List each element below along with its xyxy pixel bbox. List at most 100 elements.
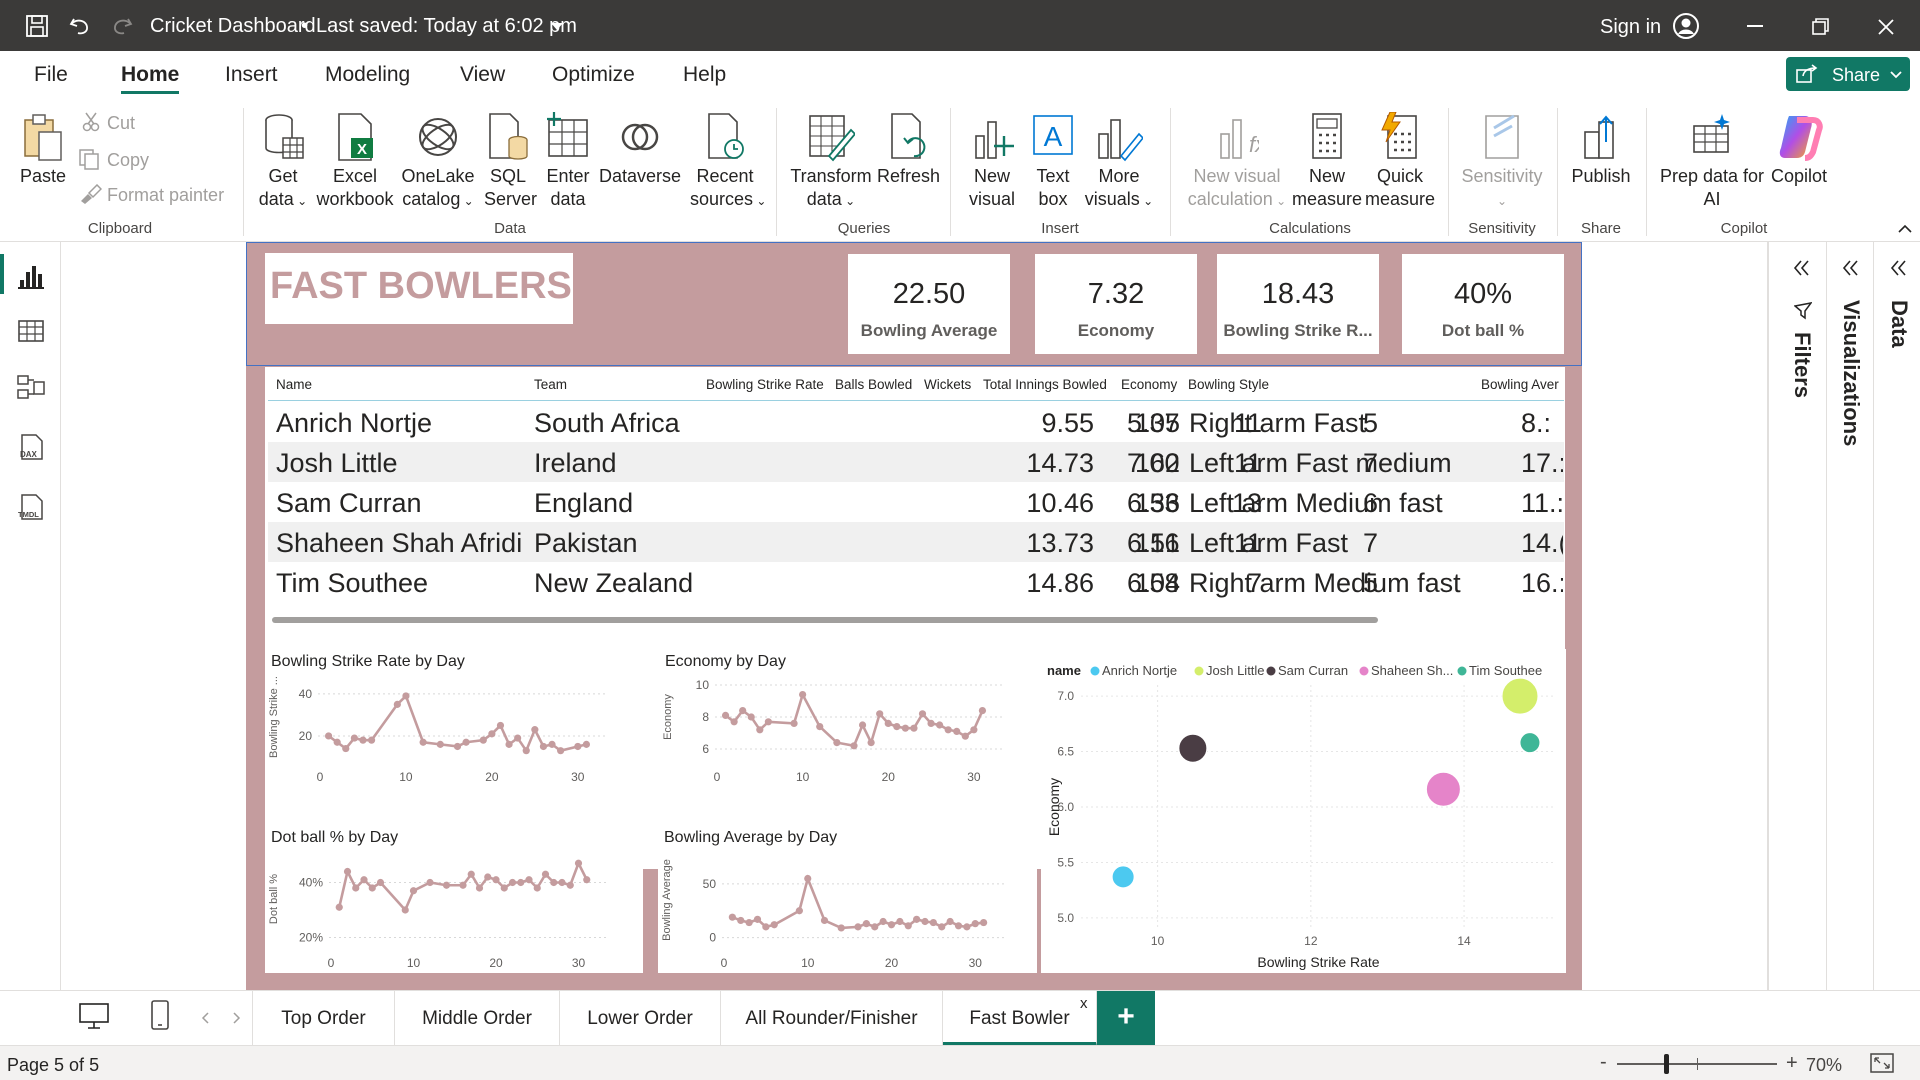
share-button[interactable]: Share <box>1786 57 1910 91</box>
legend-marker <box>1194 666 1204 676</box>
zoom-in-button[interactable]: + <box>1786 1052 1798 1075</box>
column-header-economy[interactable]: Economy <box>1121 377 1177 392</box>
page-tab-fast-bowler[interactable]: Fast Bowler <box>943 991 1097 1046</box>
page-tab-middle-order[interactable]: Middle Order <box>395 991 560 1046</box>
sign-in-link[interactable]: Sign in <box>1600 16 1661 39</box>
table-horizontal-scrollbar[interactable] <box>272 617 1378 623</box>
column-header-strike-rate[interactable]: Bowling Strike Rate <box>706 377 824 392</box>
column-header-style[interactable]: Bowling Style <box>1188 377 1269 392</box>
model-view-icon[interactable] <box>16 372 46 402</box>
expand-data-icon[interactable] <box>1890 260 1908 276</box>
refresh-button[interactable]: Refresh <box>877 112 940 188</box>
more-visuals-button[interactable]: More visuals ⌄ <box>1082 112 1156 213</box>
data-point <box>492 876 500 884</box>
copilot-button[interactable]: Copilot <box>1764 112 1834 188</box>
get-data-button[interactable]: Get data ⌄ <box>255 112 311 213</box>
tab-home[interactable]: Home <box>121 63 179 87</box>
chart-bowling-average-by-day[interactable]: Bowling Average by Day 0 50 0 10 20 30 Bowling… <box>658 825 1037 973</box>
expand-filters-icon[interactable] <box>1793 260 1811 276</box>
dataverse-button[interactable]: Dataverse <box>598 112 682 188</box>
dax-query-view-icon[interactable]: DAX <box>16 432 46 462</box>
svg-text:TMDL: TMDL <box>18 510 39 519</box>
data-pane-label[interactable]: Data <box>1886 300 1912 348</box>
kpi-value: 22.50 <box>892 278 966 310</box>
onelake-label-1: OneLake <box>401 166 475 186</box>
text-box-button[interactable]: A Text box <box>1030 112 1076 211</box>
close-tab-button[interactable]: x <box>1080 995 1088 1012</box>
tab-insert[interactable]: Insert <box>225 63 278 87</box>
column-header-average[interactable]: Bowling Aver <box>1481 377 1561 392</box>
zoom-slider-thumb[interactable] <box>1664 1054 1669 1074</box>
excel-workbook-button[interactable]: X Excel workbook <box>314 112 396 211</box>
data-point <box>419 738 427 746</box>
zoom-out-button[interactable]: - <box>1600 1051 1607 1074</box>
table-row[interactable]: Sam Curran England 10.46 136 13 6 6.53 L… <box>268 482 1564 522</box>
data-point <box>944 726 952 734</box>
page-tab-all-rounder[interactable]: All Rounder/Finisher <box>721 991 943 1046</box>
chart-economy-by-day[interactable]: Economy by Day 6 8 10 0 10 20 30 Economy <box>659 649 1037 797</box>
page-tab-label: Lower Order <box>587 1008 693 1029</box>
tab-optimize[interactable]: Optimize <box>552 63 635 87</box>
tab-view[interactable]: View <box>460 63 505 87</box>
column-header-team[interactable]: Team <box>534 377 567 392</box>
kpi-card-economy[interactable]: 7.32 Economy <box>1035 254 1197 354</box>
desktop-layout-icon[interactable] <box>78 1002 110 1030</box>
table-row[interactable]: Shaheen Shah Afridi Pakistan 13.73 151 1… <box>268 522 1564 562</box>
prep-data-for-ai-button[interactable]: Prep data for AI <box>1656 112 1768 211</box>
recent-sources-button[interactable]: Recent sources ⌄ <box>690 112 766 213</box>
report-view-icon[interactable] <box>16 260 46 290</box>
transform-data-button[interactable]: Transform data ⌄ <box>790 112 872 213</box>
chevron-down-icon[interactable] <box>550 22 564 32</box>
table-row[interactable]: Tim Southee New Zealand 14.86 104 7 5 6.… <box>268 562 1564 602</box>
tab-help[interactable]: Help <box>683 63 726 87</box>
mobile-layout-icon[interactable] <box>150 999 170 1031</box>
cell-strike-rate: 14.73 <box>1026 448 1094 478</box>
header-divider <box>268 400 1564 401</box>
get-data-label-2: data <box>258 189 294 209</box>
publish-button[interactable]: Publish <box>1568 112 1634 188</box>
collapse-ribbon-icon[interactable] <box>1898 224 1912 233</box>
column-header-name[interactable]: Name <box>276 377 312 392</box>
tmdl-view-icon[interactable]: TMDL <box>16 492 46 522</box>
chart-scatter-economy-vs-strike-rate[interactable]: 5.0 5.5 6.0 6.5 7.0 10 12 14 Bowling Strike Rate… <box>1041 649 1566 973</box>
add-page-button[interactable]: + <box>1097 991 1155 1046</box>
column-header-balls[interactable]: Balls Bowled <box>835 377 912 392</box>
sql-server-button[interactable]: SQL Server <box>484 112 537 211</box>
new-visual-button[interactable]: New visual <box>964 112 1020 211</box>
svg-text:DAX: DAX <box>20 450 38 459</box>
title-box[interactable]: FAST BOWLERS <box>265 253 573 324</box>
tab-modeling[interactable]: Modeling <box>325 63 410 87</box>
column-header-wickets[interactable]: Wickets <box>924 377 971 392</box>
restore-icon[interactable] <box>1812 18 1830 36</box>
column-header-innings[interactable]: Total Innings Bowled <box>983 377 1107 392</box>
chevron-left-icon[interactable] <box>200 1011 210 1025</box>
onelake-catalog-button[interactable]: OneLake catalog ⌄ <box>400 112 476 213</box>
minimize-icon[interactable] <box>1747 25 1765 28</box>
paste-button[interactable]: Paste <box>18 112 68 188</box>
save-icon[interactable] <box>25 14 49 38</box>
page-tab-top-order[interactable]: Top Order <box>253 991 395 1046</box>
table-view-icon[interactable] <box>16 316 46 346</box>
enter-data-button[interactable]: Enter data <box>543 112 593 211</box>
expand-visualizations-icon[interactable] <box>1842 260 1860 276</box>
fit-to-page-icon[interactable] <box>1870 1052 1894 1074</box>
avatar-icon[interactable] <box>1672 12 1700 40</box>
page-tab-lower-order[interactable]: Lower Order <box>560 991 721 1046</box>
table-row[interactable]: Josh Little Ireland 14.73 162 11 7 7.00 … <box>268 442 1564 482</box>
chart-strike-rate-by-day[interactable]: Bowling Strike Rate by Day 20 40 0 10 20 30 Bo… <box>265 649 643 797</box>
kpi-card-bowling-strike-rate[interactable]: 18.43 Bowling Strike R... <box>1217 254 1379 354</box>
kpi-card-dot-ball[interactable]: 40% Dot ball % <box>1402 254 1564 354</box>
close-icon[interactable] <box>1877 18 1895 36</box>
cell-name: Shaheen Shah Afridi <box>276 528 523 558</box>
visualizations-pane-label[interactable]: Visualizations <box>1838 300 1864 446</box>
filters-pane-label[interactable]: Filters <box>1789 332 1815 398</box>
table-row[interactable]: Anrich Nortje South Africa 9.55 105 11 5… <box>268 402 1564 442</box>
new-measure-button[interactable]: New measure <box>1292 112 1362 211</box>
quick-measure-button[interactable]: Quick measure <box>1365 112 1435 211</box>
kpi-card-bowling-average[interactable]: 22.50 Bowling Average <box>848 254 1010 354</box>
data-point <box>409 887 418 895</box>
tab-file[interactable]: File <box>34 63 68 87</box>
chart-dot-ball-by-day[interactable]: Dot ball % by Day 20% 40% 0 10 20 30 Dot ball … <box>265 825 643 973</box>
chevron-right-icon[interactable] <box>232 1011 242 1025</box>
undo-icon[interactable] <box>68 14 92 38</box>
